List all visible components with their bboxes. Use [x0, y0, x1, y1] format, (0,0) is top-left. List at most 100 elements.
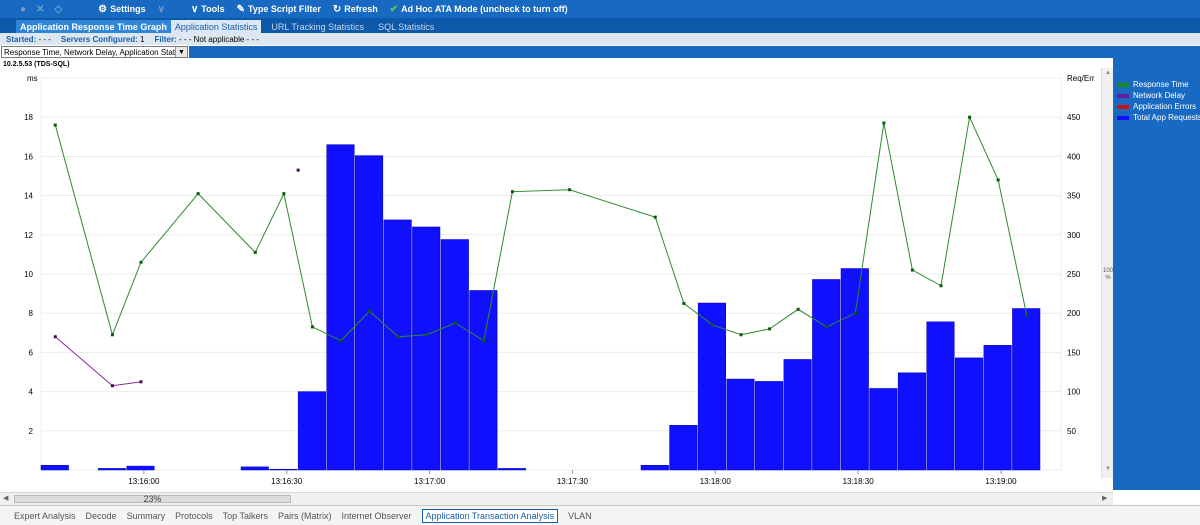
- tab-application-response-time-graph[interactable]: Application Response Time Graph: [16, 20, 171, 33]
- bar-total-app-requests: [40, 465, 69, 471]
- bar-total-app-requests: [497, 468, 526, 471]
- tools-icon: ∨: [190, 3, 199, 15]
- tools-label: Tools: [201, 4, 225, 14]
- tab-protocols[interactable]: Protocols: [175, 511, 213, 521]
- bar-total-app-requests: [669, 425, 698, 471]
- point-response-time: [396, 335, 400, 339]
- point-response-time: [939, 284, 943, 288]
- tab-vlan[interactable]: VLAN: [568, 511, 592, 521]
- legend-item-total-app-requests: Total App Requests: [1117, 113, 1200, 122]
- tab-application-transaction-analysis[interactable]: Application Transaction Analysis: [421, 508, 559, 523]
- point-response-time: [653, 215, 657, 219]
- point-network-delay: [53, 335, 57, 339]
- chart-title: 10.2.5.53 (TDS-SQL): [3, 61, 70, 68]
- legend-label-total-app-requests: Total App Requests: [1133, 113, 1200, 122]
- point-response-time: [196, 192, 200, 196]
- tab-internet-observer[interactable]: Internet Observer: [341, 511, 411, 521]
- chart-legend: Response Time Network Delay Application …: [1113, 58, 1200, 490]
- graph-type-select[interactable]: Response Time, Network Delay, Applicatio…: [1, 46, 188, 58]
- y-left-tick-label: 14: [24, 192, 33, 201]
- started-label: Started:: [6, 34, 37, 44]
- y-right-tick-label: 150: [1067, 348, 1081, 357]
- bar-total-app-requests: [640, 465, 669, 471]
- point-response-time: [1025, 313, 1029, 317]
- filter-label: Filter:: [154, 34, 177, 44]
- x-tick-label: 13:18:30: [843, 477, 875, 486]
- legend-swatch-total-app-requests: [1117, 115, 1129, 120]
- scroll-up-icon[interactable]: ▲: [1104, 70, 1112, 78]
- bar-total-app-requests: [755, 381, 784, 471]
- tab-application-statistics[interactable]: Application Statistics: [170, 20, 262, 33]
- ad-hoc-ata-mode-label: Ad Hoc ATA Mode (uncheck to turn off): [401, 4, 568, 14]
- faded-filter-icon: ∨: [157, 3, 165, 15]
- scroll-down-icon[interactable]: ▼: [1104, 466, 1112, 474]
- ad-hoc-ata-mode-toggle[interactable]: ✔ Ad Hoc ATA Mode (uncheck to turn off): [390, 4, 568, 15]
- tab-pairs-matrix[interactable]: Pairs (Matrix): [278, 511, 332, 521]
- y-left-tick-label: 18: [24, 113, 33, 122]
- y-left-tick-label: 12: [24, 231, 33, 240]
- point-network-delay: [139, 380, 143, 384]
- y-right-tick-label: 250: [1067, 270, 1081, 279]
- faded-toolbar-icon: ●: [20, 3, 27, 15]
- legend-item-application-errors: Application Errors: [1117, 102, 1196, 111]
- y-left-tick-label: 2: [29, 427, 34, 436]
- point-response-time: [568, 188, 572, 192]
- bar-total-app-requests: [783, 359, 812, 471]
- bar-total-app-requests: [955, 357, 984, 471]
- bar-total-app-requests: [355, 155, 384, 471]
- faded-close-icon: ✕: [36, 3, 45, 15]
- tab-summary[interactable]: Summary: [127, 511, 166, 521]
- point-response-time: [882, 121, 886, 125]
- refresh-icon: ↻: [332, 3, 342, 15]
- servers-label: Servers Configured:: [60, 34, 138, 44]
- bar-total-app-requests: [897, 372, 926, 471]
- response-time-chart: 2 4 6 8 10 12 14 16 18 50 100 150 200 250 300 350 400 450…: [24, 74, 1095, 486]
- pencil-icon: ✎: [236, 3, 246, 15]
- y-right-tick-label: 400: [1067, 152, 1081, 161]
- point-response-time: [853, 311, 857, 315]
- point-response-time: [768, 327, 772, 331]
- view-tabs: Application Response Time Graph Applicat…: [0, 18, 1200, 33]
- point-response-time: [996, 178, 1000, 182]
- type-script-filter-button[interactable]: ✎ Type Script Filter: [237, 4, 321, 15]
- main-toolbar: ● ✕ ◇ ⚙ Settings ∨ ∨ Tools ✎ Type Script…: [0, 0, 1200, 18]
- y-left-axis-label: ms: [27, 74, 38, 83]
- legend-label-application-errors: Application Errors: [1133, 102, 1197, 111]
- tab-top-talkers[interactable]: Top Talkers: [223, 511, 268, 521]
- tab-expert-analysis[interactable]: Expert Analysis: [14, 511, 76, 521]
- tab-url-tracking-statistics[interactable]: URL Tracking Statistics: [267, 20, 368, 33]
- point-response-time: [53, 123, 57, 127]
- point-response-time: [825, 325, 829, 329]
- point-response-time: [253, 250, 257, 254]
- legend-swatch-network-delay: [1117, 93, 1129, 98]
- bar-total-app-requests: [469, 290, 498, 471]
- refresh-button[interactable]: ↻ Refresh: [333, 4, 378, 15]
- legend-item-network-delay: Network Delay: [1117, 91, 1185, 100]
- point-response-time: [453, 321, 457, 325]
- tools-button[interactable]: ∨ Tools: [191, 4, 225, 15]
- tab-sql-statistics[interactable]: SQL Statistics: [374, 20, 438, 33]
- tab-decode[interactable]: Decode: [86, 511, 117, 521]
- point-response-time: [339, 339, 343, 343]
- bar-total-app-requests: [269, 468, 298, 471]
- point-response-time: [282, 192, 286, 196]
- point-response-time: [110, 333, 114, 337]
- bar-total-app-requests: [126, 465, 155, 471]
- horizontal-zoom-label: 23%: [143, 494, 162, 504]
- scroll-left-icon[interactable]: ◀: [3, 494, 8, 502]
- point-network-delay: [296, 168, 300, 172]
- bar-total-app-requests: [383, 219, 412, 471]
- filter-info: Filter: - - - Not applicable - - -: [155, 35, 260, 44]
- started-value: - - -: [38, 34, 51, 44]
- point-response-time: [739, 333, 743, 337]
- horizontal-zoom-scrollbar[interactable]: ◀ 23% ▶: [0, 492, 1113, 505]
- y-right-tick-label: 300: [1067, 231, 1081, 240]
- x-tick-label: 13:19:00: [985, 477, 1017, 486]
- settings-button[interactable]: ⚙ Settings: [98, 4, 145, 15]
- point-response-time: [368, 309, 372, 313]
- gear-icon: ⚙: [98, 3, 108, 15]
- scroll-right-icon[interactable]: ▶: [1102, 494, 1107, 502]
- legend-swatch-response-time: [1117, 82, 1129, 87]
- horizontal-scroll-thumb[interactable]: 23%: [14, 494, 291, 504]
- bar-total-app-requests: [1012, 308, 1041, 471]
